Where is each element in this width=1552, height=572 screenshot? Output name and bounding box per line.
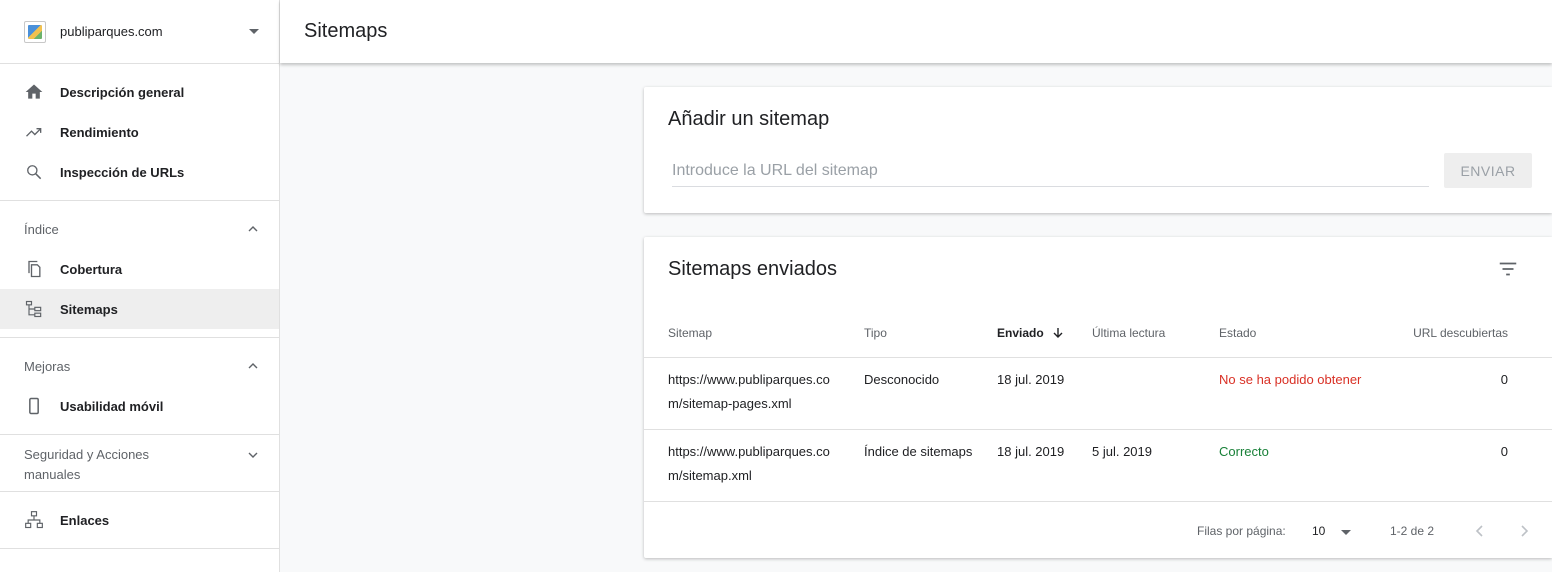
property-selector[interactable]: publiparques.com: [0, 0, 279, 64]
sidebar-item-label: Descripción general: [60, 84, 185, 100]
sitemap-url-input[interactable]: [672, 160, 1429, 187]
rows-per-page-select[interactable]: 10: [1312, 524, 1325, 538]
nav-main: Descripción general Rendimiento Inspecci…: [0, 64, 279, 201]
copy-icon: [24, 259, 44, 279]
column-header-status[interactable]: Estado: [1219, 310, 1369, 358]
nav-links: Enlaces: [0, 492, 279, 549]
sitemap-type: Desconocido: [864, 357, 997, 430]
nav-index: Índice Cobertura Sitemaps: [0, 201, 279, 338]
table-row[interactable]: https://www.publiparques.com/sitemap.xml…: [644, 429, 1552, 502]
dropdown-caret-icon[interactable]: [1341, 530, 1351, 535]
sidebar-item-label: Enlaces: [60, 512, 110, 528]
sitemap-last-read: [1092, 357, 1219, 430]
sidebar-item-label: Rendimiento: [60, 124, 139, 140]
sidebar-item-label: Sitemaps: [60, 301, 118, 317]
sitemap-discovered-urls: 0: [1369, 429, 1552, 502]
chevron-down-icon: [248, 452, 258, 458]
nav-improvements: Mejoras Usabilidad móvil: [0, 338, 279, 435]
chevron-left-icon[interactable]: [1470, 521, 1490, 541]
page-title: Sitemaps: [304, 20, 388, 42]
dropdown-caret-icon: [249, 29, 259, 34]
column-header-last-read[interactable]: Última lectura: [1092, 310, 1219, 358]
sidebar-item-overview[interactable]: Descripción general: [0, 72, 279, 112]
add-sitemap-card: Añadir un sitemap ENVIAR: [644, 87, 1552, 213]
filter-icon[interactable]: [1496, 257, 1520, 281]
page-range: 1-2 de 2: [1390, 524, 1435, 538]
site-favicon-icon: [24, 20, 46, 43]
column-header-type[interactable]: Tipo: [864, 310, 997, 358]
sidebar-item-mobile-usability[interactable]: Usabilidad móvil: [0, 386, 279, 426]
sidebar-item-links[interactable]: Enlaces: [0, 500, 279, 540]
phone-icon: [24, 396, 44, 416]
sidebar-item-url-inspection[interactable]: Inspección de URLs: [0, 152, 279, 192]
network-icon: [24, 510, 44, 530]
table-row[interactable]: https://www.publiparques.com/sitemap-pag…: [644, 357, 1552, 430]
sitemap-submitted-date: 18 jul. 2019: [997, 429, 1092, 502]
section-improvements-toggle[interactable]: Mejoras: [0, 346, 279, 386]
section-security-toggle[interactable]: Seguridad y Acciones manuales: [0, 435, 279, 491]
sitemaps-table: Sitemap Tipo Enviado Última lectura Esta…: [644, 310, 1552, 502]
property-name: publiparques.com: [60, 24, 163, 39]
column-header-submitted[interactable]: Enviado: [997, 310, 1092, 358]
submit-sitemap-button[interactable]: ENVIAR: [1444, 153, 1532, 188]
table-header-row: Sitemap Tipo Enviado Última lectura Esta…: [644, 310, 1552, 358]
sidebar-item-label: Usabilidad móvil: [60, 398, 164, 414]
column-header-urls[interactable]: URL descubiertas: [1369, 310, 1552, 358]
submitted-sitemaps-card: Sitemaps enviados Sitemap Tipo Enviado Ú…: [644, 237, 1552, 558]
column-header-sitemap[interactable]: Sitemap: [644, 310, 864, 358]
trending-up-icon: [24, 122, 44, 142]
rows-per-page-label: Filas por página:: [1197, 524, 1286, 538]
sitemap-icon: [24, 299, 44, 319]
sitemap-type: Índice de sitemaps: [864, 429, 997, 502]
sidebar-item-label: Inspección de URLs: [60, 164, 185, 180]
section-title: Índice: [24, 221, 59, 237]
chevron-up-icon: [248, 226, 258, 232]
sitemap-last-read: 5 jul. 2019: [1092, 429, 1219, 502]
chevron-right-icon[interactable]: [1514, 521, 1534, 541]
section-title: Seguridad y Acciones manuales: [24, 447, 150, 482]
sidebar-item-coverage[interactable]: Cobertura: [0, 249, 279, 289]
sidebar: publiparques.com Descripción general Ren…: [0, 0, 280, 572]
sidebar-item-sitemaps[interactable]: Sitemaps: [0, 289, 279, 329]
search-icon: [24, 162, 44, 182]
sitemap-url: https://www.publiparques.com/sitemap.xml: [668, 443, 830, 483]
nav-security: Seguridad y Acciones manuales: [0, 435, 279, 492]
sidebar-item-performance[interactable]: Rendimiento: [0, 112, 279, 152]
sidebar-item-label: Cobertura: [60, 261, 123, 277]
sitemap-status: Correcto: [1219, 429, 1369, 502]
home-icon: [24, 82, 44, 102]
sitemap-status: No se ha podido obtener: [1219, 357, 1369, 430]
sitemap-url: https://www.publiparques.com/sitemap-pag…: [668, 371, 830, 411]
chevron-up-icon: [248, 363, 258, 369]
column-header-label: Enviado: [997, 326, 1044, 341]
section-index-toggle[interactable]: Índice: [0, 209, 279, 249]
submitted-sitemaps-title: Sitemaps enviados: [668, 258, 837, 280]
sitemap-submitted-date: 18 jul. 2019: [997, 357, 1092, 430]
top-bar: Sitemaps: [280, 0, 1552, 63]
sitemap-discovered-urls: 0: [1369, 357, 1552, 430]
add-sitemap-title: Añadir un sitemap: [668, 108, 830, 130]
arrow-down-icon: [1053, 328, 1063, 339]
pagination: Filas por página: 10 1-2 de 2: [644, 519, 1552, 543]
section-title: Mejoras: [24, 358, 71, 374]
